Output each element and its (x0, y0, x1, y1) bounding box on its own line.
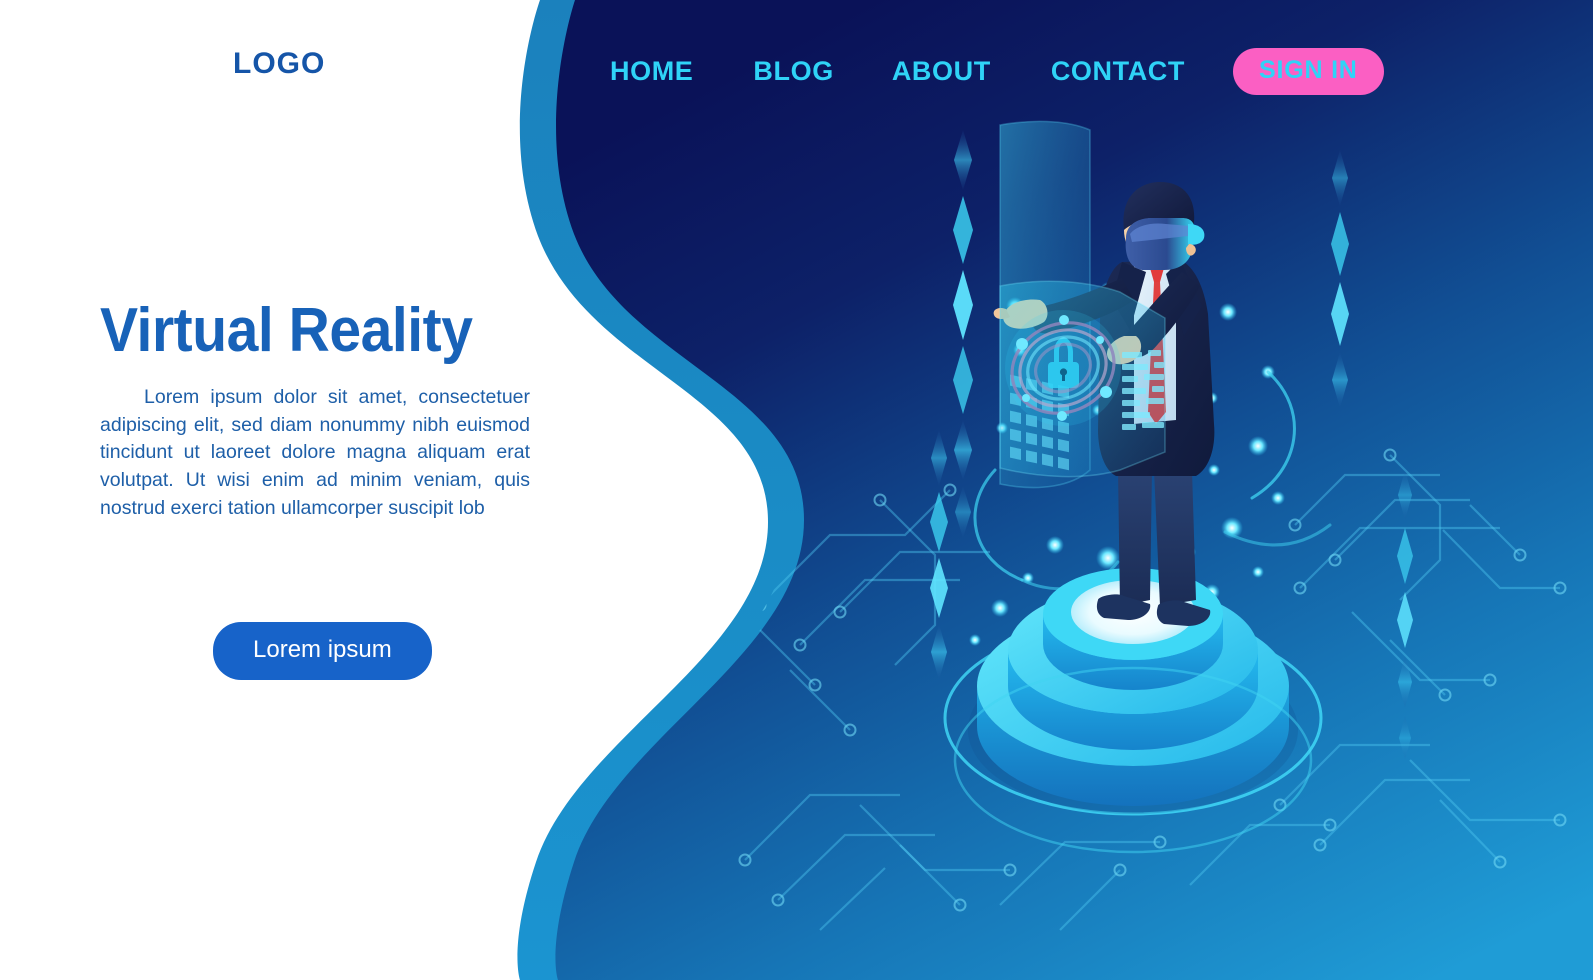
main-nav: HOME BLOG ABOUT CONTACT SIGN IN (610, 48, 1384, 95)
cta-button[interactable]: Lorem ipsum (213, 622, 432, 680)
page-title: Virtual Reality (100, 296, 473, 365)
navbar: LOGO HOME BLOG ABOUT CONTACT SIGN IN (0, 0, 1593, 130)
hero-copy: Virtual Reality Lorem ipsum dolor sit am… (100, 300, 540, 522)
logo[interactable]: LOGO (233, 47, 325, 81)
nav-item-blog[interactable]: BLOG (753, 56, 833, 87)
nav-item-contact[interactable]: CONTACT (1051, 56, 1185, 87)
nav-item-about[interactable]: ABOUT (892, 56, 991, 87)
nav-item-home[interactable]: HOME (610, 56, 693, 87)
landing-page: LOGO HOME BLOG ABOUT CONTACT SIGN IN Vir… (0, 0, 1593, 980)
hero-paragraph: Lorem ipsum dolor sit amet, consectetuer… (100, 386, 530, 519)
sign-in-button[interactable]: SIGN IN (1233, 48, 1384, 95)
